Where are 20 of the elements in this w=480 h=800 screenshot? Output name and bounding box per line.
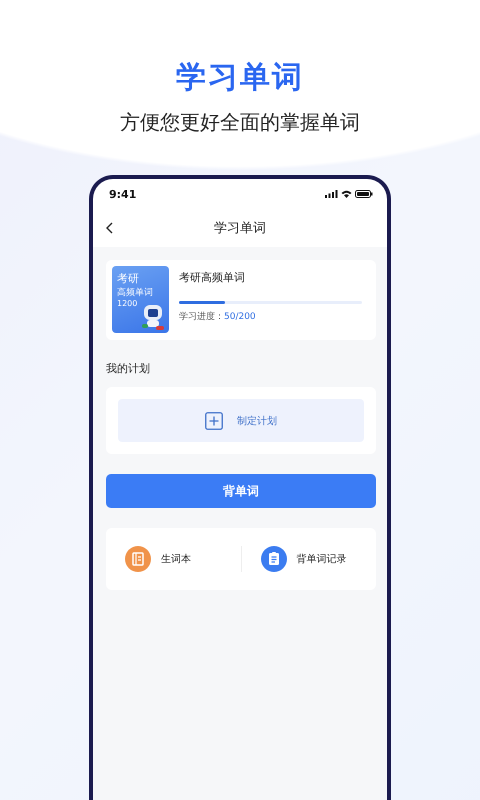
cover-text: 高频单词 (117, 288, 153, 298)
shortcut-button[interactable]: 背单词记录 (242, 539, 376, 579)
book-card[interactable]: 考研 高频单词 1200 考研高频单词 学习进度：50/200 (106, 260, 376, 340)
create-plan-button[interactable]: 制定计划 (118, 399, 364, 442)
cover-text: 考研 (117, 272, 139, 285)
promo-title: 学习单词 (176, 60, 304, 96)
signal-icon (325, 190, 338, 198)
promo-subtitle: 方便您更好全面的掌握单词 (120, 109, 360, 136)
cover-text: 1200 (117, 299, 138, 309)
wifi-icon (341, 190, 352, 198)
page-title: 学习单词 (214, 220, 266, 237)
progress-text: 学习进度：50/200 (179, 311, 257, 323)
battery-icon (355, 190, 373, 198)
section-heading: 我的计划 (106, 361, 151, 377)
status-time: 9:41 (109, 188, 136, 200)
plus-icon (205, 412, 223, 430)
back-icon[interactable] (106, 222, 113, 234)
shortcut-button[interactable]: 生词本 (106, 539, 240, 579)
book-title: 考研高频单词 (179, 271, 246, 285)
memorize-button[interactable]: 背单词 (106, 474, 376, 508)
